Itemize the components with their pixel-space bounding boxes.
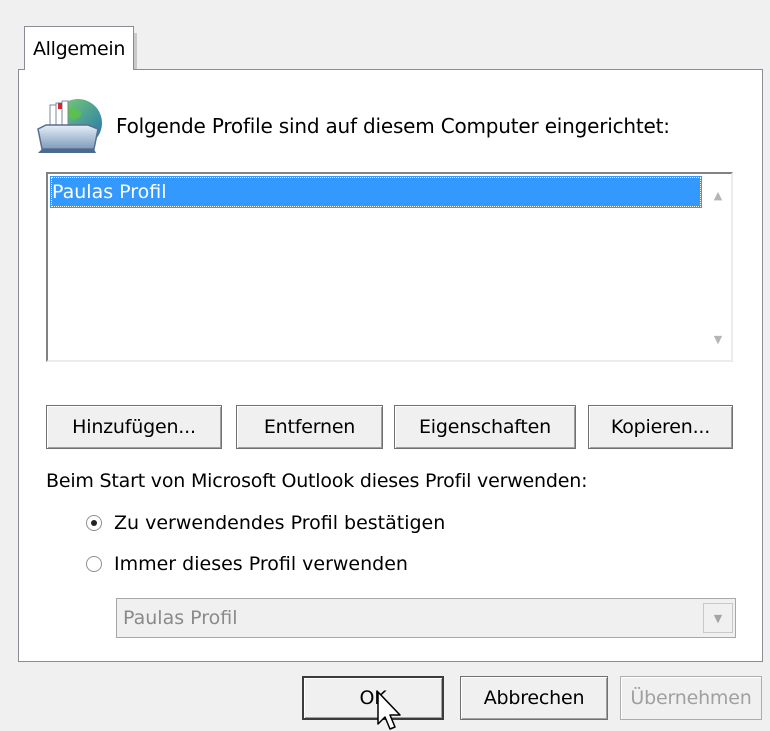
scroll-down-arrow-icon[interactable]: ▼ [705, 326, 731, 352]
tab-allgemein-label: Allgemein [32, 37, 126, 60]
radio-confirm-label: Zu verwendendes Profil bestätigen [114, 512, 446, 534]
copy-profile-label: Kopieren... [610, 416, 711, 438]
chevron-down-icon[interactable]: ▼ [703, 603, 733, 633]
radio-unchecked-icon[interactable] [86, 556, 102, 572]
tab-allgemein[interactable]: Allgemein [24, 26, 137, 70]
profiles-heading: Folgende Profile sind auf diesem Compute… [116, 114, 670, 138]
properties-label: Eigenschaften [418, 416, 552, 438]
list-item[interactable]: Paulas Profil [50, 176, 702, 208]
radio-checked-icon[interactable] [86, 515, 102, 531]
ok-button[interactable]: OK [302, 676, 444, 720]
radio-confirm-profile[interactable]: Zu verwendendes Profil bestätigen [86, 512, 445, 534]
profile-select[interactable]: Paulas Profil ▼ [116, 598, 736, 638]
radio-always-profile[interactable]: Immer dieses Profil verwenden [86, 553, 408, 575]
properties-button[interactable]: Eigenschaften [394, 405, 576, 449]
mouse-pointer-icon [377, 691, 401, 730]
profile-list[interactable]: Paulas Profil ▲ ▼ [46, 172, 733, 362]
apply-label: Übernehmen [630, 687, 752, 709]
profiles-icon [37, 99, 102, 153]
startup-label: Beim Start von Microsoft Outlook dieses … [46, 470, 588, 492]
copy-profile-button[interactable]: Kopieren... [588, 405, 733, 449]
add-profile-button[interactable]: Hinzufügen... [46, 405, 222, 449]
apply-button: Übernehmen [620, 676, 762, 720]
scroll-up-arrow-icon[interactable]: ▲ [705, 182, 731, 208]
remove-profile-label: Entfernen [263, 416, 356, 438]
radio-always-label: Immer dieses Profil verwenden [114, 553, 408, 575]
remove-profile-button[interactable]: Entfernen [236, 405, 383, 449]
list-item-label: Paulas Profil [52, 181, 167, 203]
list-scrollbar[interactable]: ▲ ▼ [705, 174, 731, 360]
cancel-label: Abbrechen [483, 687, 585, 709]
add-profile-label: Hinzufügen... [72, 416, 196, 438]
cancel-button[interactable]: Abbrechen [460, 676, 608, 720]
profile-select-value: Paulas Profil [123, 607, 238, 629]
